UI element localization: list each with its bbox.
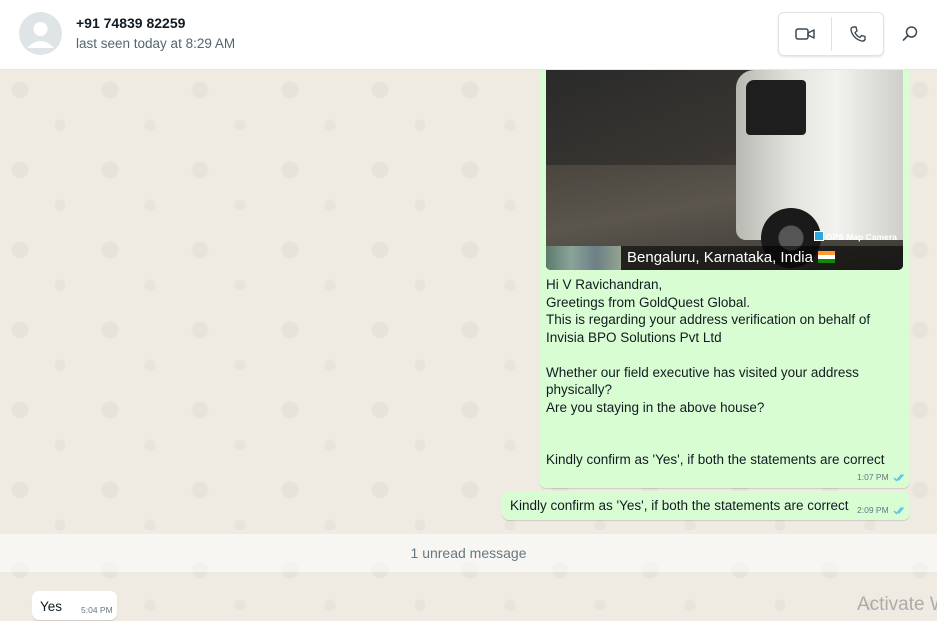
call-button-group [778,12,884,56]
message-time: 1:07 PM [857,472,889,482]
message-photo[interactable]: GPS Map Camera Bengaluru, Karnataka, Ind… [546,70,903,270]
outgoing-message-text: Hi V Ravichandran, Greetings from GoldQue… [546,276,885,469]
voice-call-icon [849,26,866,42]
message-line [546,346,885,364]
location-label: Bengaluru, Karnataka, India [627,249,813,266]
message-line: physically? [546,382,613,397]
message-line: Kindly confirm as 'Yes', if both the sta… [546,452,885,467]
gps-camera-icon [814,231,824,241]
photo-truck-window [746,80,806,135]
message-line [546,416,885,434]
message-line [546,434,885,452]
message-time: 5:04 PM [81,605,113,615]
outgoing-message-text: Kindly confirm as 'Yes', if both the sta… [510,498,849,513]
video-call-icon [795,28,815,40]
read-ticks-icon [893,474,904,482]
contact-name[interactable]: +91 74839 82259 [76,15,185,31]
map-thumbnail [546,246,621,270]
contact-avatar[interactable] [19,12,62,55]
search-button[interactable] [896,20,924,48]
voice-call-button[interactable] [832,13,883,55]
message-line: Are you staying in the above house? [546,399,765,415]
activate-windows-watermark: Activate W [857,594,937,615]
photo-location-text: Bengaluru, Karnataka, India [627,249,835,266]
message-line: Invisia BPO Solutions Pvt Ltd [546,329,722,345]
message-time: 2:09 PM [857,505,889,515]
message-line: Hi V Ravichandran, [546,277,663,292]
avatar-placeholder-icon [27,22,54,48]
read-ticks-icon [893,507,904,515]
message-line: Greetings from GoldQuest Global. [546,294,751,310]
gps-camera-badge: GPS Map Camera [814,231,897,242]
message-line: Whether our field executive has visited … [546,364,859,380]
gps-badge-text: GPS Map Camera [826,232,897,242]
incoming-message-text: Yes [40,599,63,614]
contact-status: last seen today at 8:29 AM [76,36,236,51]
unread-divider-text: 1 unread message [410,545,527,561]
video-call-button[interactable] [779,13,831,55]
india-flag-icon [817,251,835,263]
message-line: This is regarding your address verificat… [546,312,871,327]
chat-header: +91 74839 82259 last seen today at 8:29 … [0,0,937,70]
search-icon [902,26,918,41]
